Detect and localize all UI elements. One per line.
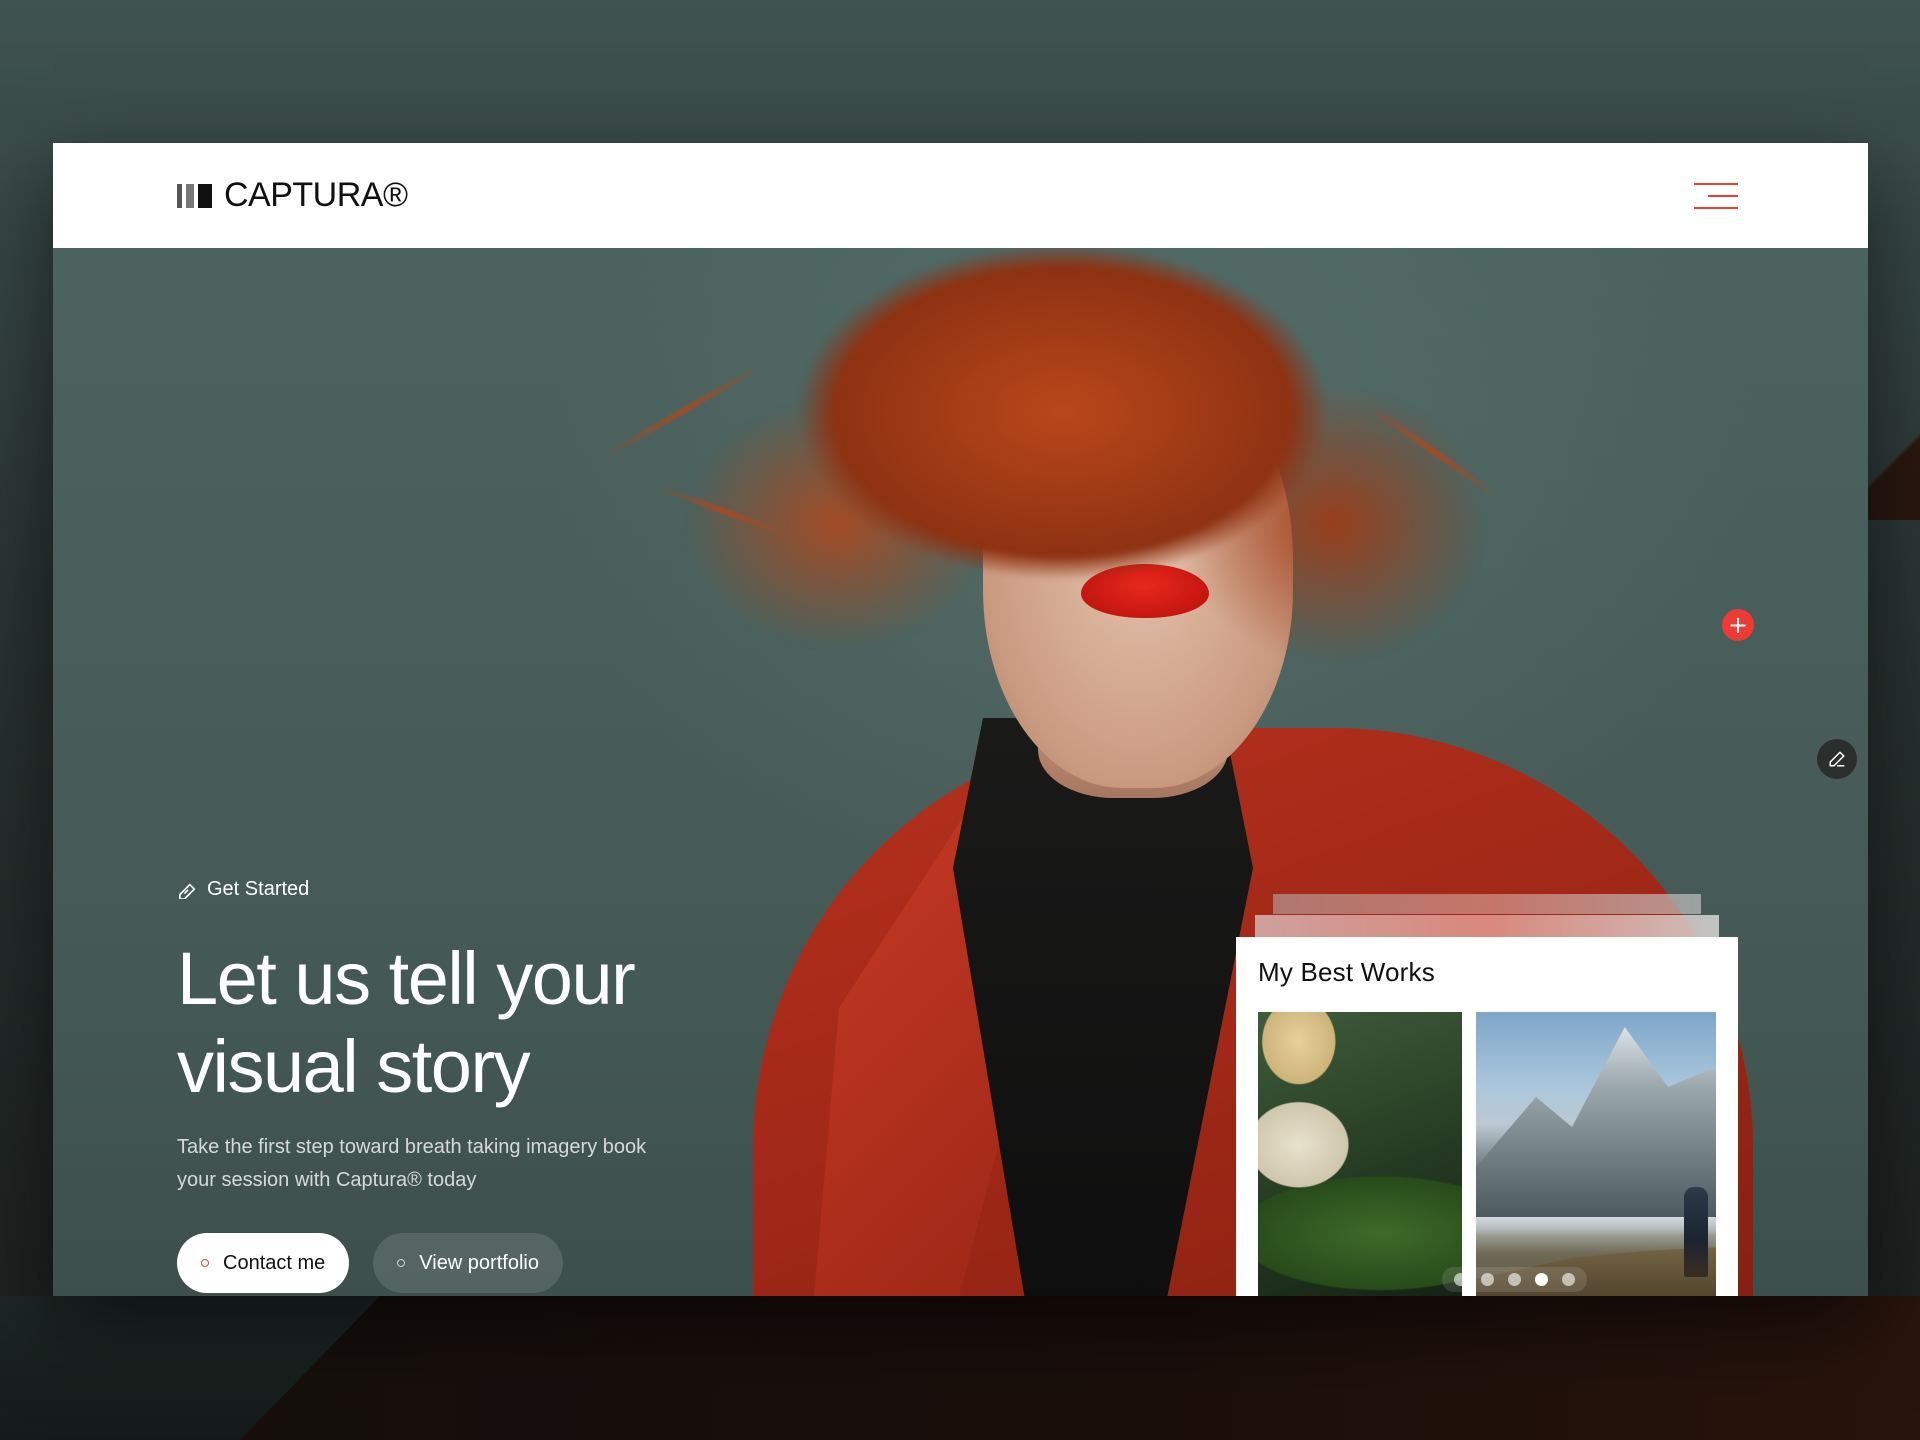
pen-icon	[1829, 751, 1845, 767]
hero-text-block: Get Started Let us tell your visual stor…	[177, 878, 797, 1197]
contact-me-button[interactable]: Contact me	[177, 1233, 350, 1293]
plus-button[interactable]: +	[1722, 609, 1754, 641]
mountain-shape	[1476, 1027, 1716, 1217]
website-frame: CAPTURA® + Get Started Let us tell your …	[53, 143, 1868, 1296]
ring-dot-icon	[201, 1259, 209, 1267]
best-works-title: My Best Works	[1258, 957, 1435, 987]
headline-line-2: visual story	[177, 1025, 531, 1108]
get-started-link[interactable]: Get Started	[177, 878, 797, 901]
best-works-card[interactable]: My Best Works	[1236, 937, 1738, 1296]
logo-bars-icon	[177, 183, 212, 209]
carousel-dot[interactable]	[1454, 1273, 1467, 1286]
work-image-still-life[interactable]	[1258, 1012, 1462, 1296]
cta-row: Contact me View portfolio	[177, 1233, 563, 1293]
hamburger-menu-icon[interactable]	[1690, 181, 1738, 211]
view-portfolio-label: View portfolio	[419, 1251, 539, 1274]
pen-tool-icon	[179, 883, 196, 899]
carousel-dot[interactable]	[1508, 1273, 1521, 1286]
hero-headline: Let us tell your visual story	[177, 935, 797, 1111]
works-card-stack-back	[1273, 894, 1701, 914]
ring-dot-icon	[397, 1259, 406, 1267]
portrait-hair	[613, 248, 1513, 748]
hiker-figure	[1684, 1187, 1708, 1277]
works-card-stack-middle	[1255, 915, 1719, 937]
carousel-dot[interactable]	[1535, 1273, 1548, 1286]
headline-line-1: Let us tell your	[177, 937, 636, 1020]
logo[interactable]: CAPTURA®	[177, 176, 408, 215]
plus-icon: +	[1727, 611, 1749, 639]
hero-subtitle: Take the first step toward breath taking…	[177, 1136, 647, 1191]
carousel-dot[interactable]	[1481, 1273, 1494, 1286]
navbar: CAPTURA®	[53, 143, 1868, 248]
contact-me-label: Contact me	[223, 1251, 326, 1274]
works-carousel[interactable]	[1258, 1012, 1716, 1296]
brand-name: CAPTURA®	[224, 176, 408, 214]
work-image-mountain[interactable]	[1476, 1012, 1716, 1296]
edit-button[interactable]	[1816, 738, 1858, 780]
carousel-dots	[1442, 1267, 1587, 1292]
view-portfolio-button[interactable]: View portfolio	[373, 1233, 563, 1293]
carousel-dot[interactable]	[1562, 1273, 1575, 1286]
eyebrow-label: Get Started	[207, 878, 310, 900]
